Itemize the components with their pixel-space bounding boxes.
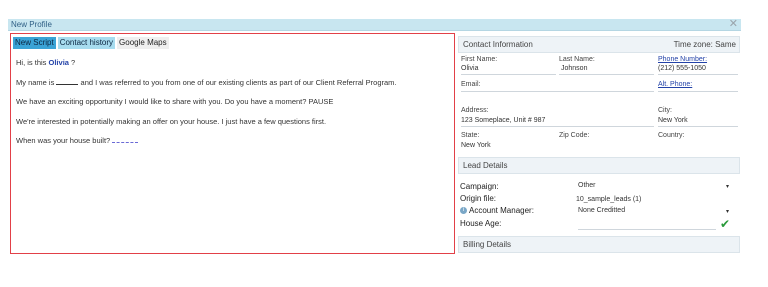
last-name-underline — [559, 74, 654, 75]
phone-number-value[interactable]: (212) 555-1050 — [658, 65, 706, 72]
house-age-input[interactable] — [578, 229, 716, 230]
first-name-label: First Name: — [461, 56, 498, 63]
address-label: Address: — [461, 107, 489, 114]
origin-file-label: Origin file: — [460, 194, 497, 203]
timezone-label: Time zone: Same — [673, 40, 736, 49]
script-body: Hi, is this Olivia ? My name is and I wa… — [16, 58, 446, 156]
city-label: City: — [658, 107, 672, 114]
alt-phone-link[interactable]: Alt. Phone: — [658, 81, 692, 88]
script-referral: My name is and I was referred to you fro… — [16, 78, 446, 88]
contact-info-section: First Name: Olivia Last Name: Johnson Ph… — [458, 54, 740, 152]
house-built-input[interactable] — [112, 136, 139, 143]
lead-details-title: Lead Details — [463, 161, 508, 170]
greeting-prefix: Hi, is this — [16, 58, 49, 67]
country-label: Country: — [658, 132, 685, 139]
email-label: Email: — [461, 81, 481, 88]
campaign-dropdown-icon[interactable]: ▾ — [726, 183, 729, 190]
referral-prefix: My name is — [16, 77, 57, 87]
address-underline — [461, 126, 654, 127]
billing-details-title: Billing Details — [463, 240, 512, 249]
script-question: When was your house built? — [16, 136, 446, 146]
script-greeting: Hi, is this Olivia ? — [16, 58, 446, 68]
address-value[interactable]: 123 Someplace, Unit # 987 — [461, 117, 545, 124]
script-panel: New Script Contact history Google Maps H… — [10, 33, 455, 254]
city-underline — [658, 126, 738, 127]
question-text: When was your house built? — [16, 136, 111, 145]
last-name-value[interactable]: Johnson — [561, 65, 587, 72]
campaign-select[interactable]: Other — [578, 182, 596, 189]
tab-google-maps[interactable]: Google Maps — [117, 37, 169, 49]
lead-details-header[interactable]: Lead Details — [458, 157, 740, 174]
email-field[interactable] — [461, 91, 654, 92]
house-age-label: House Age: — [460, 219, 502, 228]
profile-details: Contact Information Time zone: Same Firs… — [458, 36, 740, 253]
script-tabs: New Script Contact history Google Maps — [13, 37, 169, 49]
billing-details-header[interactable]: Billing Details — [458, 236, 740, 253]
script-opportunity: We have an exciting opportunity I would … — [16, 97, 334, 106]
city-value[interactable]: New York — [658, 117, 688, 124]
manager-dropdown-icon[interactable]: ▾ — [726, 208, 729, 215]
last-name-label: Last Name: — [559, 56, 595, 63]
alt-phone-field[interactable] — [658, 91, 738, 92]
script-interest: We're interested in potentially making a… — [16, 116, 327, 126]
first-name-value[interactable]: Olivia — [461, 65, 479, 72]
close-icon[interactable]: ✕ — [729, 18, 738, 30]
checkmark-icon[interactable]: ✔ — [720, 218, 730, 230]
campaign-label: Campaign: — [460, 182, 499, 191]
contact-info-title: Contact Information — [463, 40, 533, 49]
state-value[interactable]: New York — [461, 142, 491, 149]
phone-number-link[interactable]: Phone Number: — [658, 56, 707, 63]
zip-code-label: Zip Code: — [559, 132, 590, 139]
phone-underline — [658, 74, 738, 75]
greeting-suffix: ? — [68, 58, 76, 67]
account-manager-select[interactable]: None Creditted — [578, 207, 625, 214]
window-titlebar: New Profile ✕ — [8, 18, 741, 31]
window-title: New Profile — [11, 20, 52, 29]
contact-info-header: Contact Information Time zone: Same — [458, 36, 740, 53]
first-name-underline — [461, 74, 556, 75]
tab-contact-history[interactable]: Contact history — [57, 37, 116, 49]
info-icon[interactable]: i — [460, 207, 467, 215]
account-manager-label: Account Manager: — [469, 206, 534, 215]
referral-suffix: and I was referred to you from one of ou… — [78, 77, 397, 87]
lead-details-section: Campaign: Other ▾ Origin file: 10_sample… — [458, 176, 740, 232]
origin-file-value: 10_sample_leads (1) — [576, 196, 642, 203]
account-manager-row: i Account Manager: — [460, 206, 534, 218]
agent-name-blank — [56, 78, 79, 85]
tab-new-script[interactable]: New Script — [13, 37, 56, 49]
state-label: State: — [461, 132, 480, 139]
greeting-name: Olivia — [48, 58, 69, 67]
